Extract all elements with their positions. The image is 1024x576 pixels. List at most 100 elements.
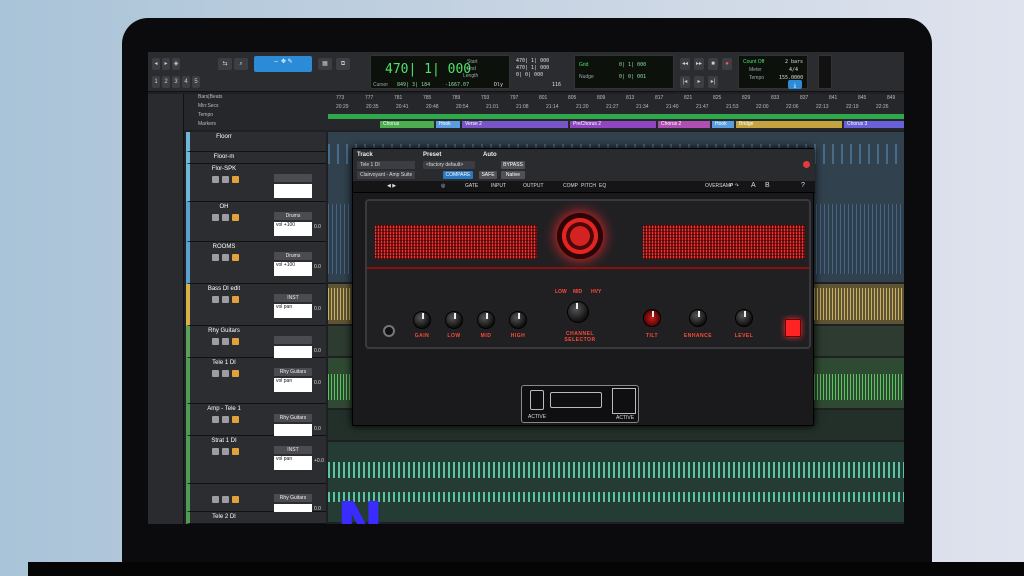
solo-button[interactable] xyxy=(222,338,229,345)
rewind-icon[interactable]: ◂◂ xyxy=(680,58,690,70)
track-header[interactable]: Tele 1 DI Rhy Guitars vol pan 0.0 xyxy=(186,358,326,404)
track-volume[interactable]: vol +100 xyxy=(274,262,312,276)
track-output-select[interactable] xyxy=(274,336,312,344)
link-icon[interactable]: ⧉ xyxy=(336,58,350,70)
number-button-2[interactable]: 2 xyxy=(162,76,170,88)
power-switch[interactable] xyxy=(785,319,801,337)
track-volume[interactable]: vol +100 xyxy=(274,222,312,236)
undo-icon[interactable]: ↶ ↷ xyxy=(729,183,739,189)
record-enable-button[interactable] xyxy=(212,254,219,261)
track-header[interactable]: Rhy Guitars 0.0 xyxy=(186,326,326,360)
record-enable-button[interactable] xyxy=(212,176,219,183)
mid-knob[interactable] xyxy=(477,311,495,329)
mute-button[interactable] xyxy=(232,496,239,503)
marker[interactable]: Bridge xyxy=(736,121,842,128)
track-name[interactable]: Bass DI edit xyxy=(194,286,254,292)
track-name[interactable]: Flor-SPK xyxy=(194,166,254,172)
track-output-select[interactable]: Rhy Guitars xyxy=(274,368,312,376)
edit-tools-group[interactable]: ⇔ ✥ ✎ xyxy=(254,56,312,72)
track-header[interactable]: Flor-SPK xyxy=(186,164,326,202)
track-name[interactable]: Amp - Tele 1 xyxy=(194,406,254,412)
gate-label[interactable]: GATE xyxy=(465,183,478,189)
plugin-name-select[interactable]: Clairvoyant - Amp Suite xyxy=(357,171,415,179)
solo-button[interactable] xyxy=(222,448,229,455)
pitch-label[interactable]: PITCH xyxy=(581,183,596,189)
enhance-knob[interactable] xyxy=(689,309,707,327)
end-icon[interactable]: ▸| xyxy=(708,76,718,88)
prev-preset-icon[interactable]: ◀ ▶ xyxy=(387,183,396,189)
track-name[interactable]: ROOMS xyxy=(194,244,254,250)
solo-button[interactable] xyxy=(222,370,229,377)
mute-button[interactable] xyxy=(232,370,239,377)
preset-a-button[interactable]: A xyxy=(751,182,756,189)
solo-button[interactable] xyxy=(222,496,229,503)
track-output-select[interactable]: INST xyxy=(274,446,312,454)
track-output-select[interactable]: Drums xyxy=(274,212,312,220)
record-enable-button[interactable] xyxy=(212,416,219,423)
track-header[interactable]: Floorr xyxy=(186,132,326,152)
track-header[interactable]: Tele 2 DI xyxy=(186,512,326,524)
track-header[interactable]: ROOMS Drums vol +100 0.0 xyxy=(186,242,326,284)
track-output-select[interactable]: Rhy Guitars xyxy=(274,494,312,502)
track-header[interactable]: Amp - Tele 1 Rhy Guitars 0.0 xyxy=(186,404,326,438)
track-name[interactable]: OH xyxy=(194,204,254,210)
track-header[interactable]: Bass DI edit INST vol pan 0.0 xyxy=(186,284,326,326)
channel-hvy[interactable]: HVY xyxy=(591,289,601,295)
power-gate-icon[interactable]: ◎ xyxy=(441,183,445,189)
grid-icon[interactable]: ▦ xyxy=(318,58,332,70)
rack-unit-icon[interactable] xyxy=(550,392,602,408)
track-output-select[interactable]: INST xyxy=(274,294,312,302)
number-button-3[interactable]: 3 xyxy=(172,76,180,88)
tool-button[interactable]: ◂ xyxy=(152,58,160,70)
marker[interactable]: Chorus 3 xyxy=(844,121,904,128)
zoom-icon[interactable]: ⌕ xyxy=(234,58,248,70)
solo-button[interactable] xyxy=(222,214,229,221)
solo-button[interactable] xyxy=(222,254,229,261)
high-knob[interactable] xyxy=(509,311,527,329)
record-enable-button[interactable] xyxy=(212,370,219,377)
play-icon[interactable]: ▸ xyxy=(694,76,704,88)
track-volume[interactable]: vol pan xyxy=(274,378,312,392)
output-label[interactable]: OUTPUT xyxy=(523,183,544,189)
mute-button[interactable] xyxy=(232,254,239,261)
comp-label[interactable]: COMP xyxy=(563,183,578,189)
record-enable-button[interactable] xyxy=(212,448,219,455)
marker[interactable]: Verse 2 xyxy=(462,121,568,128)
forward-icon[interactable]: ▸▸ xyxy=(694,58,704,70)
compare-button[interactable]: COMPARE xyxy=(443,171,473,179)
mute-button[interactable] xyxy=(232,448,239,455)
channel-low[interactable]: LOW xyxy=(555,289,567,295)
cabinet-icon[interactable] xyxy=(612,388,636,414)
main-counter[interactable]: 470| 1| 000 Cursor 849| 3| 184 -1667.07 … xyxy=(370,55,510,89)
bypass-button[interactable]: BYPASS xyxy=(501,161,525,169)
solo-button[interactable] xyxy=(222,416,229,423)
track-name[interactable]: Tele 2 DI xyxy=(194,514,254,520)
track-name[interactable]: Floor-m xyxy=(194,154,254,160)
track-header[interactable]: OH Drums vol +100 0.0 xyxy=(186,202,326,242)
safe-button[interactable]: SAFE xyxy=(479,171,497,179)
track-header[interactable]: Strat 1 DI INST vol pan +0.0 xyxy=(186,436,326,484)
record-enable-button[interactable] xyxy=(212,338,219,345)
record-enable-button[interactable] xyxy=(212,496,219,503)
marker[interactable]: Chorus 2 xyxy=(658,121,710,128)
tool-button[interactable]: ▸ xyxy=(162,58,170,70)
marker[interactable]: Hook xyxy=(712,121,734,128)
stop-icon[interactable]: ■ xyxy=(708,58,718,70)
track-output-select[interactable]: Rhy Guitars xyxy=(274,414,312,422)
tool-button[interactable]: ◈ xyxy=(172,58,180,70)
native-button[interactable]: Native xyxy=(501,171,525,179)
solo-button[interactable] xyxy=(222,176,229,183)
track-header[interactable]: Floor-m xyxy=(186,152,326,164)
track-name[interactable]: Strat 1 DI xyxy=(194,438,254,444)
mute-button[interactable] xyxy=(232,338,239,345)
track-header[interactable]: Rhy Guitars 0.0 xyxy=(186,484,326,518)
close-icon[interactable] xyxy=(803,161,810,168)
plugin-window[interactable]: Track Preset Auto Tele 1 DI Clairvoyant … xyxy=(352,148,815,426)
track-name[interactable]: Floorr xyxy=(194,134,254,140)
track-volume[interactable] xyxy=(274,184,312,198)
track-volume[interactable]: vol pan xyxy=(274,304,312,318)
solo-button[interactable] xyxy=(222,296,229,303)
track-name[interactable]: Rhy Guitars xyxy=(194,328,254,334)
marker[interactable]: Hook xyxy=(436,121,460,128)
mute-button[interactable] xyxy=(232,214,239,221)
